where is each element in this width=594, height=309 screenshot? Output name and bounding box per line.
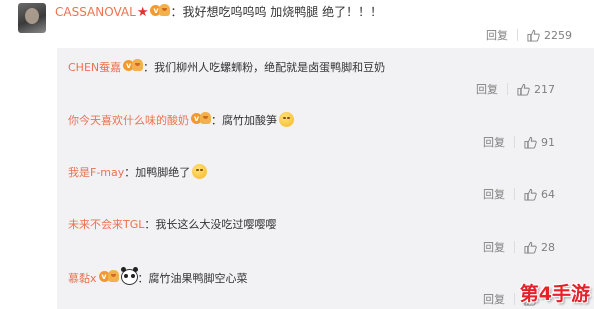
- user-avatar[interactable]: [18, 3, 46, 33]
- reply-actions: 回复 91: [483, 134, 555, 150]
- reply-text: 腐竹油果鸭脚空心菜: [148, 272, 248, 285]
- vip-badge-icon: v: [98, 270, 119, 284]
- reply-actions: 回复 217: [476, 81, 555, 97]
- reply-button[interactable]: 回复: [483, 134, 505, 150]
- like-button[interactable]: 64: [524, 188, 555, 201]
- site-watermark: 第4手游: [519, 283, 590, 305]
- main-comment-actions: 回复 2259: [486, 27, 572, 43]
- reply-username[interactable]: 未来不会来TGL: [68, 218, 144, 231]
- reply-actions: 回复 28: [483, 239, 555, 255]
- vip-badge-icon: v: [150, 4, 171, 18]
- reply-username[interactable]: 你今天喜欢什么味的酸奶: [68, 114, 189, 127]
- panda-emoji-icon: [120, 267, 138, 285]
- reply-text: 我长这么大没吃过嘤嘤嘤: [155, 218, 277, 231]
- reply-text: 腐竹加酸笋: [222, 114, 277, 127]
- reply-text: 加鸭脚绝了: [135, 166, 191, 179]
- reply-username[interactable]: 我是F-may: [68, 166, 124, 179]
- like-button[interactable]: 2259: [527, 29, 572, 42]
- reply-button[interactable]: 回复: [483, 291, 505, 307]
- main-comment-username[interactable]: CASSANOVAL: [55, 5, 136, 19]
- reply-item: CHEN蚕嘉 v ：我们柳州人吃螺蛳粉，绝配就是卤蛋鸭脚和豆奶: [68, 59, 386, 74]
- thumbs-up-icon: [527, 29, 540, 42]
- reply-username[interactable]: CHEN蚕嘉: [68, 61, 121, 74]
- thumbs-up-icon: [517, 83, 530, 96]
- like-button[interactable]: 217: [517, 83, 555, 96]
- reply-text: 我们柳州人吃螺蛳粉，绝配就是卤蛋鸭脚和豆奶: [154, 61, 386, 74]
- reply-button[interactable]: 回复: [476, 81, 498, 97]
- vip-badge-icon: v: [191, 112, 211, 126]
- thumbs-up-icon: [524, 188, 537, 201]
- like-count: 217: [534, 83, 555, 96]
- main-comment: CASSANOVAL★ v ：我好想吃呜呜呜 加烧鸭腿 绝了！！！: [55, 4, 383, 20]
- thumbs-up-icon: [524, 241, 537, 254]
- reply-item: 我是F-may：加鸭脚绝了: [68, 164, 208, 180]
- reply-button[interactable]: 回复: [486, 27, 508, 43]
- reply-item: 未来不会来TGL：我长这么大没吃过嘤嘤嘤: [68, 218, 277, 231]
- reply-button[interactable]: 回复: [483, 239, 505, 255]
- like-count: 91: [541, 136, 555, 149]
- comment-thread: CASSANOVAL★ v ：我好想吃呜呜呜 加烧鸭腿 绝了！！！ 回复 2259 C…: [0, 0, 594, 309]
- reply-item: 你今天喜欢什么味的酸奶 v ：腐竹加酸笋: [68, 112, 294, 128]
- like-count: 64: [541, 188, 555, 201]
- like-count: 2259: [544, 29, 572, 42]
- like-count: 28: [541, 241, 555, 254]
- star-icon: ★: [136, 5, 149, 20]
- reply-button[interactable]: 回复: [483, 186, 505, 202]
- main-comment-text: 我好想吃呜呜呜 加烧鸭腿 绝了！！！: [182, 5, 383, 19]
- vip-badge-icon: v: [123, 59, 144, 73]
- reply-actions: 回复 64: [483, 186, 555, 202]
- reply-username[interactable]: 慕黏x: [68, 272, 97, 285]
- reply-item: 慕黏x v ：腐竹油果鸭脚空心菜: [68, 267, 248, 286]
- thumbs-up-icon: [524, 136, 537, 149]
- replies-panel: CHEN蚕嘉 v ：我们柳州人吃螺蛳粉，绝配就是卤蛋鸭脚和豆奶 回复 217 你今天喜…: [57, 48, 594, 309]
- smile-emoji-icon: [279, 112, 294, 127]
- grin-emoji-icon: [192, 164, 208, 179]
- like-button[interactable]: 28: [524, 241, 555, 254]
- like-button[interactable]: 91: [524, 136, 555, 149]
